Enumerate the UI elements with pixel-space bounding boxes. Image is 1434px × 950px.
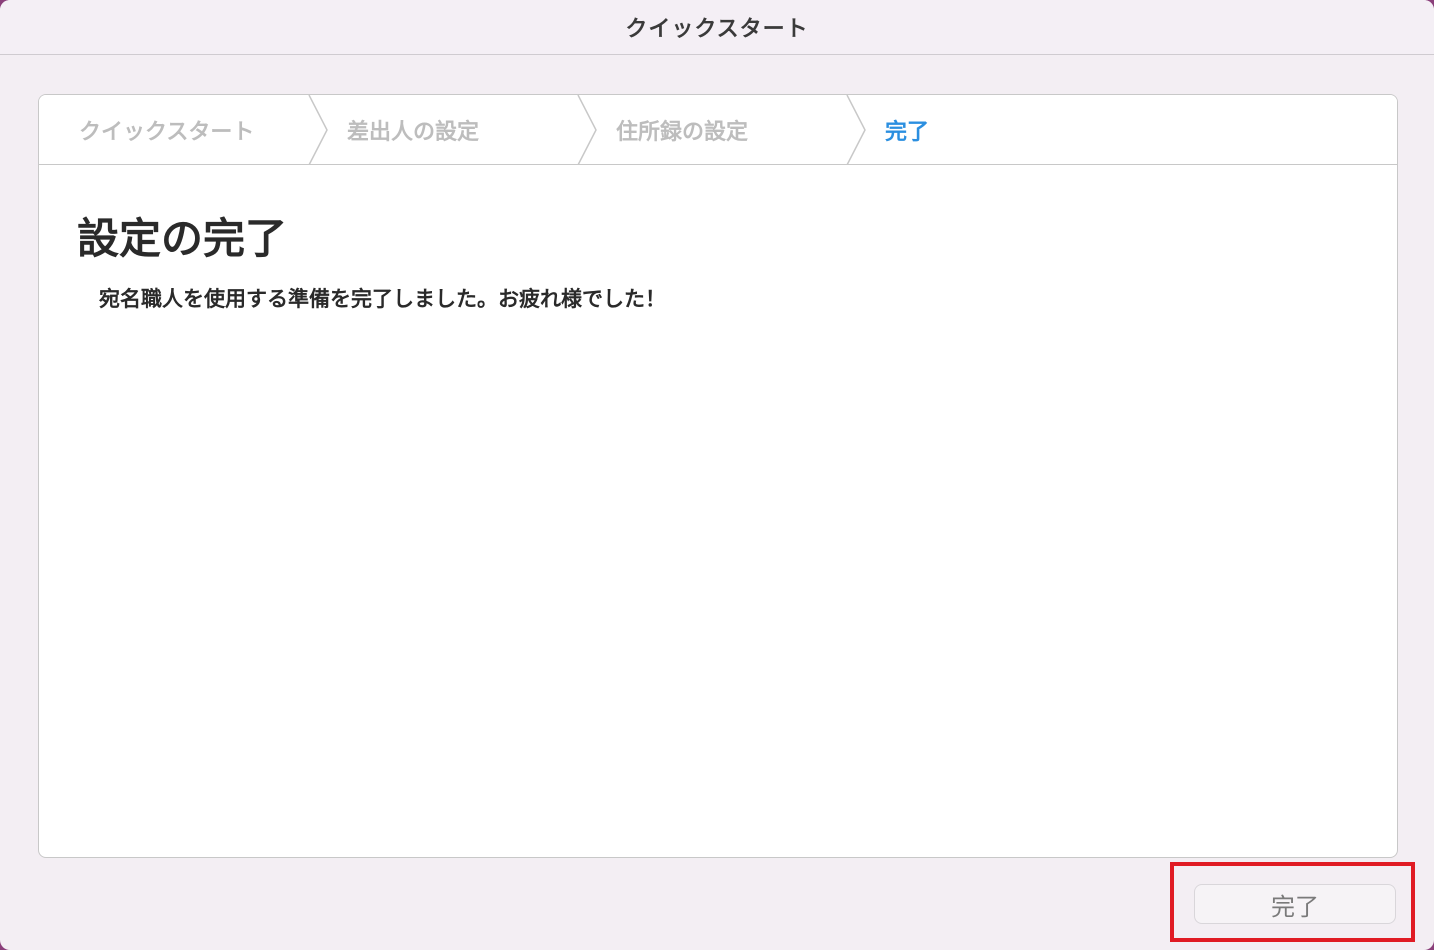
step-complete: 完了 <box>885 120 930 145</box>
step-quickstart: クイックスタート <box>79 120 255 145</box>
wizard-panel: クイックスタート 差出人の設定 住所録の設定 完了 設定の完了 宛名職人を使用す… <box>38 94 1398 858</box>
window-titlebar: クイックスタート <box>0 0 1434 55</box>
step-separator-chevron <box>846 95 866 165</box>
completion-message: 宛名職人を使用する準備を完了しました。お疲れ様でした！ <box>99 287 666 311</box>
window-title: クイックスタート <box>625 17 809 42</box>
page-heading: 設定の完了 <box>77 214 288 263</box>
finish-button[interactable]: 完了 <box>1194 884 1396 924</box>
quickstart-window: クイックスタート クイックスタート 差出人の設定 住所録の設定 完了 設定の完了… <box>0 0 1434 950</box>
wizard-steps: クイックスタート 差出人の設定 住所録の設定 完了 <box>39 95 1397 165</box>
step-separator-chevron <box>577 95 597 165</box>
step-separator-chevron <box>308 95 328 165</box>
step-sender-settings: 差出人の設定 <box>347 120 480 145</box>
step-address-book-settings: 住所録の設定 <box>616 120 749 145</box>
